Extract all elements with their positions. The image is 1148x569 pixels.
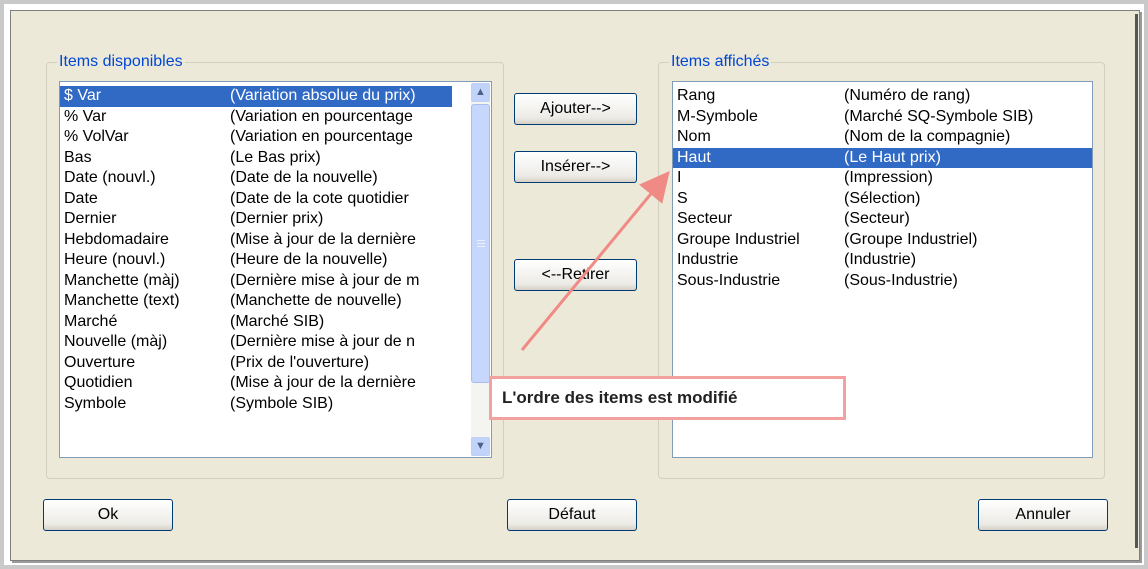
annotation-callout: L'ordre des items est modifié [489, 376, 846, 420]
callout-text: L'ordre des items est modifié [502, 388, 738, 407]
annotation-arrow [520, 171, 670, 351]
arrow-line [520, 171, 670, 351]
